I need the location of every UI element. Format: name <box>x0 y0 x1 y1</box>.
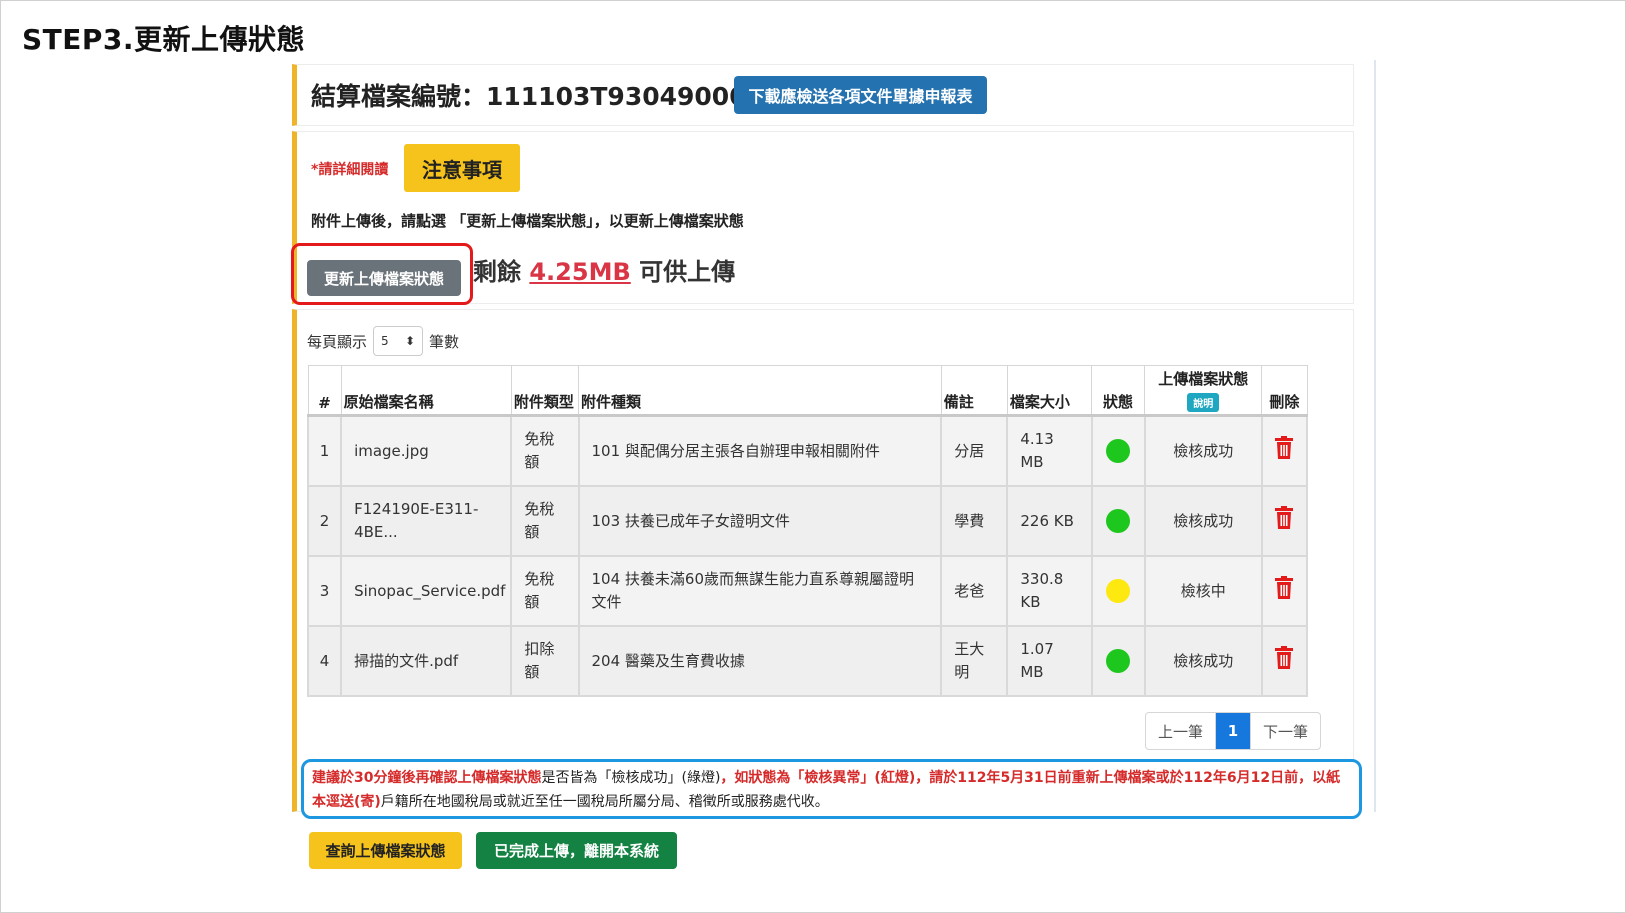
row-num: 4 <box>306 625 343 697</box>
explain-badge[interactable]: 說明 <box>1187 393 1220 412</box>
row-note: 學費 <box>940 485 1009 557</box>
row-size: 226 KB <box>1006 485 1093 557</box>
page-divider <box>1374 60 1376 812</box>
step-title: STEP3.更新上傳狀態 <box>22 23 306 56</box>
row-delete <box>1260 414 1309 487</box>
row-type: 免稅額 <box>510 555 580 627</box>
trash-icon[interactable] <box>1274 645 1294 677</box>
notice-card: *請詳細閱讀 注意事項 附件上傳後，請點選 「更新上傳檔案狀態」，以更新上傳檔案… <box>291 131 1354 305</box>
col-header-num: # <box>307 365 342 417</box>
per-page-select[interactable]: 5 ⬍ <box>373 326 424 356</box>
select-arrows-icon: ⬍ <box>404 334 416 348</box>
per-page-unit: 筆數 <box>429 332 460 351</box>
row-size: 4.13 MB <box>1006 414 1093 487</box>
row-num: 1 <box>306 414 343 487</box>
row-status <box>1090 555 1146 627</box>
row-file-name: F124190E-E311-4BE... <box>340 485 513 557</box>
col-header-status: 狀態 <box>1091 365 1146 417</box>
download-declaration-button[interactable]: 下載應檢送各項文件單據申報表 <box>734 76 987 114</box>
table-header-row: # 原始檔案名稱 附件類型 附件種類 備註 檔案大小 狀態 上傳檔案狀態 說明 … <box>307 365 1308 417</box>
page-1-button[interactable]: 1 <box>1216 713 1251 749</box>
status-light-icon <box>1106 579 1131 603</box>
row-category: 103 扶養已成年子女證明文件 <box>577 485 943 557</box>
trash-icon[interactable] <box>1274 575 1294 607</box>
file-number-card: 結算檔案編號：111103T9304900001 下載應檢送各項文件單據申報表 <box>292 64 1354 126</box>
trash-icon[interactable] <box>1274 435 1294 467</box>
col-header-size: 檔案大小 <box>1006 365 1093 417</box>
finish-upload-exit-button[interactable]: 已完成上傳，離開本系統 <box>476 832 677 869</box>
read-carefully-note: *請詳細閱讀 <box>311 162 389 178</box>
status-advice-box: 建議於30分鐘後再確認上傳檔案狀態是否皆為「檢核成功」(綠燈)，如狀態為「檢核異… <box>301 759 1362 819</box>
next-page-button[interactable]: 下一筆 <box>1250 713 1320 749</box>
row-file-name: 掃描的文件.pdf <box>340 625 513 697</box>
row-size: 330.8 KB <box>1006 555 1093 627</box>
remaining-prefix: 剩餘 <box>473 258 530 286</box>
row-delete <box>1260 485 1309 557</box>
file-list-card: 每頁顯示 5 ⬍ 筆數 # 原始檔案名稱 附件類型 附件種類 備註 檔案大小 狀… <box>292 309 1354 812</box>
remaining-size: 4.25MB <box>529 258 631 286</box>
row-file-name: image.jpg <box>340 414 513 487</box>
row-delete <box>1260 625 1309 697</box>
row-status <box>1090 625 1146 697</box>
per-page-value: 5 <box>381 334 389 348</box>
row-status <box>1090 414 1146 487</box>
table-row: 2 F124190E-E311-4BE... 免稅額 103 扶養已成年子女證明… <box>306 485 1309 557</box>
per-page-control: 每頁顯示 5 ⬍ 筆數 <box>307 326 459 356</box>
file-number: 結算檔案編號：111103T9304900001 <box>311 82 782 111</box>
col-header-note: 備註 <box>940 365 1008 417</box>
row-note: 老爸 <box>940 555 1009 627</box>
col-header-type: 附件類型 <box>510 365 580 417</box>
table-row: 4 掃描的文件.pdf 扣除額 204 醫藥及生育費收據 王大明 1.07 MB… <box>306 625 1309 697</box>
row-delete <box>1260 555 1309 627</box>
row-num: 2 <box>306 485 343 557</box>
row-size: 1.07 MB <box>1006 625 1093 697</box>
row-category: 204 醫藥及生育費收據 <box>577 625 943 697</box>
row-file-name: Sinopac_Service.pdf <box>340 555 513 627</box>
row-upload-status: 檢核中 <box>1143 555 1263 627</box>
trash-icon[interactable] <box>1274 505 1294 537</box>
pagination: 上一筆 1 下一筆 <box>1145 712 1322 750</box>
uploaded-files-table: # 原始檔案名稱 附件類型 附件種類 備註 檔案大小 狀態 上傳檔案狀態 說明 … <box>306 365 1309 697</box>
row-note: 分居 <box>940 414 1009 487</box>
row-upload-status: 檢核成功 <box>1143 485 1263 557</box>
table-row: 3 Sinopac_Service.pdf 免稅額 104 扶養未滿60歲而無謀… <box>306 555 1309 627</box>
row-note: 王大明 <box>940 625 1009 697</box>
col-header-delete: 刪除 <box>1261 365 1308 417</box>
notice-button[interactable]: 注意事項 <box>404 144 520 192</box>
row-upload-status: 檢核成功 <box>1143 625 1263 697</box>
advice-part2: 是否皆為「檢核成功」(綠燈) <box>541 770 721 786</box>
row-type: 免稅額 <box>510 485 580 557</box>
status-light-icon <box>1106 649 1131 673</box>
col-header-category: 附件種類 <box>578 365 942 417</box>
col-header-upload-status: 上傳檔案狀態 說明 <box>1144 365 1263 417</box>
remaining-capacity: 剩餘 4.25MB 可供上傳 <box>473 252 735 287</box>
refresh-instruction: 附件上傳後，請點選 「更新上傳檔案狀態」，以更新上傳檔案狀態 <box>311 212 744 230</box>
row-category: 101 與配偶分居主張各自辦理申報相關附件 <box>577 414 943 487</box>
status-light-icon <box>1106 509 1131 533</box>
advice-part1: 建議於30分鐘後再確認上傳檔案狀態 <box>312 770 542 786</box>
status-light-icon <box>1106 439 1131 463</box>
prev-page-button[interactable]: 上一筆 <box>1146 713 1217 749</box>
row-num: 3 <box>306 555 343 627</box>
row-upload-status: 檢核成功 <box>1143 414 1263 487</box>
advice-part4: 戶籍所在地國稅局或就近至任一國稅局所屬分局、稽徵所或服務處代收。 <box>380 794 829 810</box>
table-row: 1 image.jpg 免稅額 101 與配偶分居主張各自辦理申報相關附件 分居… <box>306 414 1309 487</box>
remaining-suffix: 可供上傳 <box>630 258 736 286</box>
refresh-upload-status-button[interactable]: 更新上傳檔案狀態 <box>307 260 461 296</box>
row-status <box>1090 485 1146 557</box>
upload-status-header-label: 上傳檔案狀態 <box>1158 370 1249 388</box>
row-type: 免稅額 <box>510 414 580 487</box>
col-header-name: 原始檔案名稱 <box>340 365 512 417</box>
row-category: 104 扶養未滿60歲而無謀生能力直系尊親屬證明文件 <box>577 555 943 627</box>
row-type: 扣除額 <box>510 625 580 697</box>
per-page-label: 每頁顯示 <box>307 332 368 351</box>
query-upload-status-button[interactable]: 查詢上傳檔案狀態 <box>309 832 462 869</box>
